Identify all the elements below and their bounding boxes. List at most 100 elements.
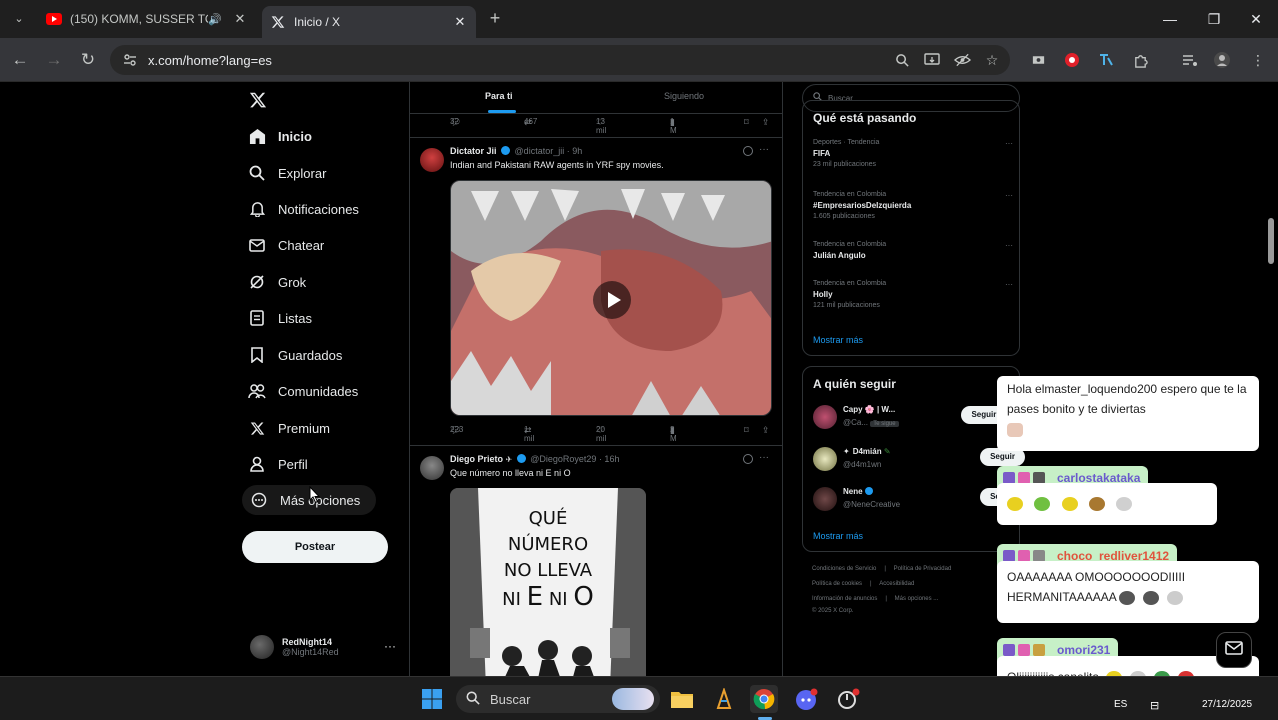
taskbar-search-label: Buscar	[490, 691, 531, 707]
tweet-image[interactable]: QUÉ NÚMERO NO LLEVA NI E NI O	[450, 488, 646, 676]
messages-float-button[interactable]	[1216, 632, 1252, 668]
close-window-button[interactable]: ✕	[1234, 6, 1278, 32]
tweet-author[interactable]: Diego Prieto	[450, 454, 503, 464]
restore-button[interactable]: ❐	[1192, 6, 1236, 32]
nav-item-perfil[interactable]: Perfil	[248, 449, 308, 479]
media-control-icon[interactable]	[1180, 50, 1200, 70]
minimize-button[interactable]: —	[1148, 6, 1192, 32]
start-windows-icon[interactable]	[418, 685, 446, 713]
tab-x-home[interactable]: Inicio / X ✕	[262, 6, 476, 38]
date-text[interactable]: 27/12/2025	[1202, 699, 1252, 710]
tweet[interactable]: Diego Prieto ✈ @DiegoRoyet29 · 16h ··· Q…	[410, 445, 782, 676]
opera-extension-icon[interactable]	[1062, 50, 1082, 70]
discord-icon[interactable]	[792, 685, 820, 713]
more-dots-icon[interactable]: ···	[1005, 191, 1013, 200]
footer-link[interactable]: Condiciones de Servicio	[812, 566, 876, 572]
more-dots-icon[interactable]: ···	[1005, 139, 1013, 148]
nav-item-premium[interactable]: Premium	[248, 413, 330, 443]
chrome-icon[interactable]	[750, 685, 778, 713]
back-button[interactable]: ←	[8, 48, 32, 72]
more-dots-icon[interactable]: ···	[1005, 280, 1013, 289]
account-name: RedNight14	[282, 637, 333, 647]
nav-item-guardados[interactable]: Guardados	[248, 340, 342, 370]
close-tab-icon[interactable]: ✕	[230, 11, 250, 27]
nav-item-chatear[interactable]: Chatear	[248, 230, 324, 260]
tweet-video[interactable]	[450, 180, 772, 416]
more-dots-icon[interactable]: ···	[759, 144, 769, 155]
nav-item-comunidades[interactable]: Comunidades	[248, 376, 358, 406]
x-logo-icon[interactable]	[249, 91, 267, 109]
tab-siguiendo[interactable]: Siguiendo	[664, 91, 704, 101]
forward-button[interactable]: →	[42, 48, 66, 72]
puzzle-extensions-icon[interactable]	[1130, 50, 1150, 70]
close-tab-icon[interactable]: ✕	[450, 14, 470, 30]
tweet[interactable]: Dictator Jii @dictator_jii · 9h ··· Indi…	[410, 137, 782, 445]
tab-youtube[interactable]: (150) KOMM, SUSSER TOD | 🔊 ✕	[38, 4, 256, 34]
tab-para-ti[interactable]: Para ti	[485, 91, 513, 101]
suggested-account[interactable]: ✦ D4mián ✎ @d4m1wn Seguir	[813, 445, 1025, 473]
account-switcher[interactable]: RedNight14 @Night14Red ···	[250, 634, 400, 660]
nav-label: Explorar	[278, 165, 327, 181]
nav-item-listas[interactable]: Listas	[248, 303, 312, 333]
zoom-icon[interactable]	[892, 50, 912, 70]
post-button[interactable]: Postear	[242, 531, 388, 563]
tab-search-button[interactable]: ⌄	[8, 8, 30, 30]
file-explorer-icon[interactable]	[668, 685, 696, 713]
suggested-account[interactable]: Nene @NeneCreative Seguir	[813, 485, 1025, 513]
page-scrollbar[interactable]	[1264, 82, 1278, 676]
more-dots-icon[interactable]: ···	[759, 452, 769, 463]
more-dots-icon[interactable]: ···	[384, 639, 396, 653]
trend-item[interactable]: Tendencia en Colombia Holly 121 mil publ…	[813, 280, 1013, 309]
nav-item-inicio[interactable]: Inicio	[248, 121, 312, 151]
scrollbar-thumb[interactable]	[1268, 218, 1274, 264]
list-icon	[248, 309, 266, 327]
tracking-eye-icon[interactable]	[952, 50, 972, 70]
translate-extension-icon[interactable]	[1096, 50, 1116, 70]
show-more-link[interactable]: Mostrar más	[813, 335, 863, 345]
person-icon	[248, 455, 266, 473]
footer-link[interactable]: Más opciones ...	[895, 596, 939, 602]
grok-icon[interactable]	[743, 146, 753, 156]
app-icon[interactable]	[834, 685, 862, 713]
emoji-badge-icon	[1033, 644, 1045, 656]
avatar[interactable]	[420, 456, 444, 480]
emote-icon	[1119, 590, 1136, 605]
language-indicator[interactable]: ES	[1114, 699, 1127, 710]
reload-button[interactable]: ↻	[76, 48, 100, 72]
footer-link[interactable]: Política de cookies	[812, 581, 862, 587]
footer-link[interactable]: Política de Privacidad	[894, 566, 952, 572]
app-icon[interactable]	[710, 685, 738, 713]
avatar[interactable]	[420, 148, 444, 172]
extension-icon[interactable]	[1028, 50, 1048, 70]
browser-menu-icon[interactable]: ⋮	[1248, 50, 1268, 70]
taskbar-search[interactable]: Buscar	[456, 685, 660, 713]
site-settings-icon[interactable]	[122, 52, 138, 68]
address-bar[interactable]: x.com/home?lang=es	[110, 45, 1010, 75]
install-app-icon[interactable]	[922, 50, 942, 70]
footer-link[interactable]: Información de anuncios	[812, 596, 877, 602]
play-button[interactable]	[593, 281, 631, 319]
suggested-account[interactable]: Capy 🌸 | W... @Ca... Te sigue Seguir tú …	[813, 403, 1049, 431]
avatar[interactable]	[813, 487, 837, 511]
nav-item-explorar[interactable]: Explorar	[248, 158, 326, 188]
tweet-author[interactable]: Dictator Jii	[450, 146, 497, 156]
new-tab-button[interactable]: +	[484, 8, 506, 30]
avatar[interactable]	[813, 447, 837, 471]
who-to-follow-card: A quién seguir Capy 🌸 | W... @Ca... Te s…	[802, 366, 1049, 552]
grok-icon[interactable]	[743, 454, 753, 464]
nav-item-notificaciones[interactable]: Notificaciones	[248, 194, 359, 224]
avatar[interactable]	[813, 405, 837, 429]
speaker-icon[interactable]: 🔊	[208, 13, 222, 26]
profile-avatar-icon[interactable]	[1212, 50, 1232, 70]
chat-message: Hola elmaster_loquendo200 espero que te …	[997, 376, 1259, 451]
network-icon[interactable]: ⊟	[1150, 699, 1159, 712]
show-more-link[interactable]: Mostrar más	[813, 531, 863, 541]
trend-item[interactable]: Tendencia en Colombia #EmpresariosDeIzqu…	[813, 191, 1013, 220]
trend-item[interactable]: Deportes · Tendencia FIFA 23 mil publica…	[813, 139, 1013, 168]
more-dots-icon[interactable]: ···	[1005, 241, 1013, 250]
tweet-handle: @dictator_jii · 9h	[514, 146, 583, 156]
trend-item[interactable]: Tendencia en Colombia Julián Angulo ···	[813, 241, 1013, 260]
nav-item-grok[interactable]: Grok	[248, 267, 306, 297]
bookmark-star-icon[interactable]: ☆	[982, 50, 1002, 70]
footer-link[interactable]: Accesibilidad	[879, 581, 914, 587]
